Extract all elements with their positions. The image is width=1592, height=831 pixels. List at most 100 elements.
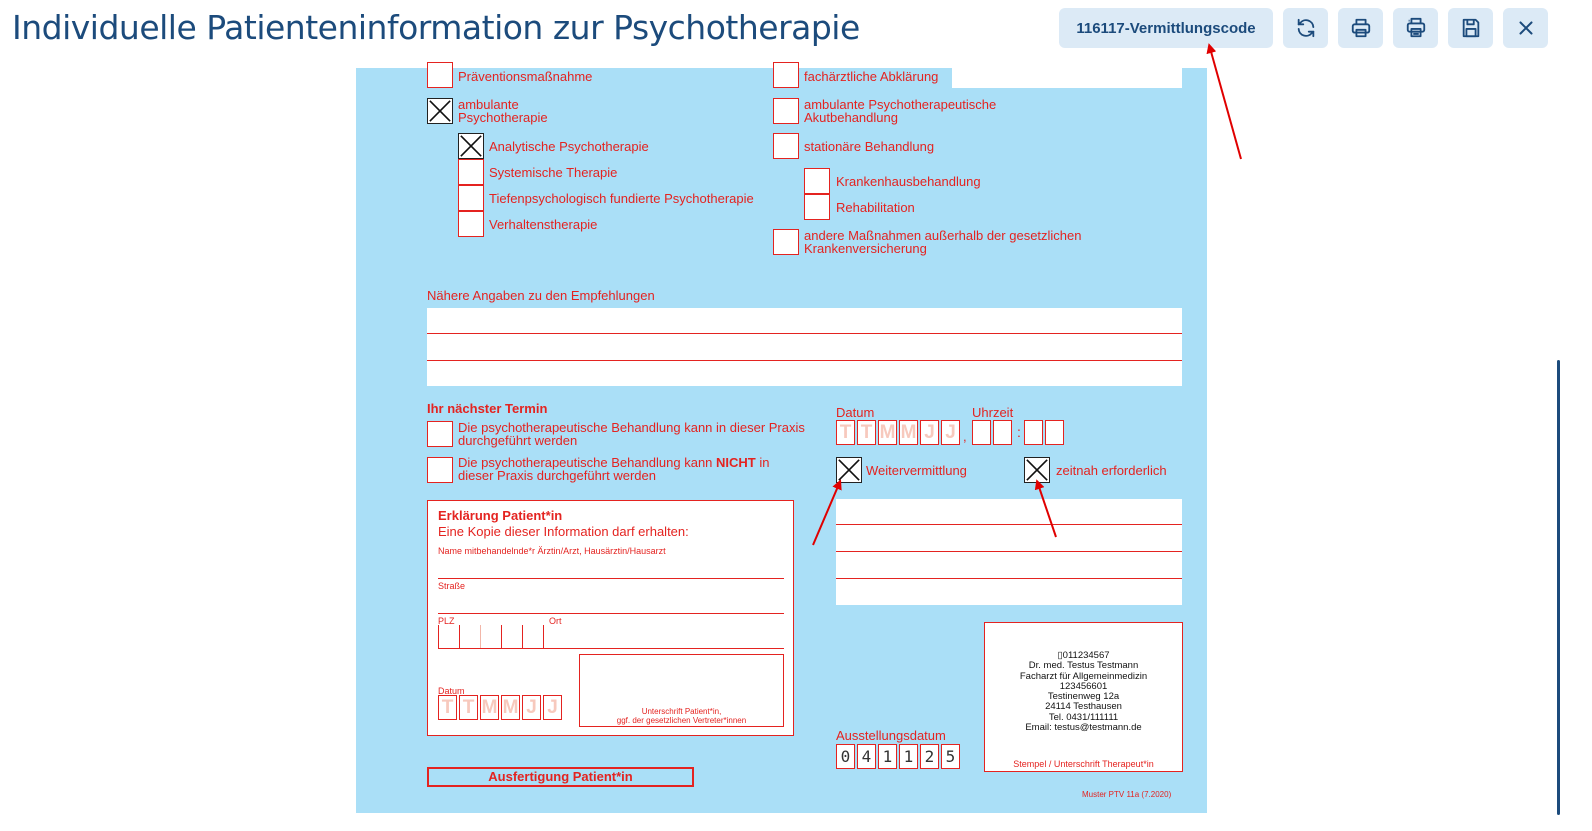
fachaerztlich-field[interactable]: [952, 66, 1182, 88]
cross-mark-icon: [460, 135, 482, 157]
print-button[interactable]: [1338, 8, 1383, 48]
checkbox-verhaltenstherapie[interactable]: [458, 211, 484, 237]
ausstellungsdatum-digit[interactable]: 1: [899, 744, 918, 769]
erklaerung-date-digit[interactable]: J: [522, 695, 541, 720]
page-title: Individuelle Patienteninformation zur Ps…: [12, 8, 860, 47]
plz-tick: [501, 625, 502, 648]
label-naehere-angaben: Nähere Angaben zu den Empfehlungen: [427, 288, 655, 303]
strasse-line[interactable]: [438, 613, 784, 614]
label-krankenhaus: Krankenhausbehandlung: [836, 174, 981, 189]
checkbox-ambulante-psychotherapie[interactable]: [427, 98, 453, 124]
signature-line2: ggf. der gesetzlichen Vertreter*innen: [616, 716, 747, 725]
cross-mark-icon: [838, 459, 860, 481]
form-page: Präventionsmaßnahme ambulante Psychother…: [356, 62, 1207, 813]
label-termin-opt1-line2: durchgeführt werden: [458, 433, 578, 448]
termin-date-digit[interactable]: J: [941, 420, 960, 445]
field-rule: [836, 551, 1182, 552]
label-termin-opt2-bold: NICHT: [716, 455, 756, 470]
termin-date-digit[interactable]: T: [836, 420, 855, 445]
label-tiefenpsychologisch: Tiefenpsychologisch fundierte Psychother…: [489, 191, 754, 206]
checkbox-stationaer[interactable]: [773, 133, 799, 159]
field-rule: [836, 524, 1182, 525]
plz-ort-line[interactable]: [438, 648, 784, 649]
stamp-line: Email: testus@testmann.de: [1025, 722, 1142, 734]
erklaerung-date-digit[interactable]: M: [480, 695, 499, 720]
checkbox-krankenhaus[interactable]: [804, 168, 830, 194]
stamp-text: ▯011234567 Dr. med. Testus Testmann Fachar…: [985, 650, 1182, 734]
termin-hour-digit[interactable]: [972, 420, 991, 445]
ausstellungsdatum-digit[interactable]: 0: [836, 744, 855, 769]
plz-tick: [480, 625, 481, 648]
ausfertigung-patient-label: Ausfertigung Patient*in: [427, 767, 694, 787]
label-ausstellungsdatum: Ausstellungsdatum: [836, 728, 946, 743]
naehere-angaben-field[interactable]: [427, 308, 1182, 386]
save-icon: [1462, 18, 1479, 38]
weitervermittlung-field[interactable]: [836, 499, 1182, 605]
signature-field[interactable]: Unterschrift Patient*in, ggf. der gesetz…: [579, 654, 784, 727]
label-stationaer: stationäre Behandlung: [804, 139, 935, 154]
muster-label: Muster PTV 11a (7.2020): [1082, 790, 1172, 799]
field-rule: [427, 333, 1182, 334]
termin-date-digit[interactable]: M: [899, 420, 918, 445]
erklaerung-date-digit[interactable]: T: [459, 695, 478, 720]
checkbox-rehabilitation[interactable]: [804, 194, 830, 220]
checkbox-weitervermittlung[interactable]: [836, 457, 862, 483]
label-praevention: Präventionsmaßnahme: [458, 69, 593, 84]
label-andere-2: Krankenversicherung: [804, 241, 927, 256]
checkbox-tiefenpsychologisch[interactable]: [458, 185, 484, 211]
checkbox-behandlung-in-praxis[interactable]: [427, 421, 453, 447]
name-line[interactable]: [438, 578, 784, 579]
erklaerung-title: Erklärung Patient*in: [438, 508, 563, 523]
erklaerung-date-digit[interactable]: J: [543, 695, 562, 720]
checkbox-systemische[interactable]: [458, 159, 484, 185]
checkbox-behandlung-nicht-in-praxis[interactable]: [427, 457, 453, 483]
date-time-separator: ,: [963, 429, 967, 444]
termin-date-digit[interactable]: M: [878, 420, 897, 445]
label-termin-opt2-line2: dieser Praxis durchgeführt werden: [458, 468, 656, 483]
checkbox-akutbehandlung[interactable]: [773, 98, 799, 124]
stamp-footer: Stempel / Unterschrift Therapeut*in: [1013, 759, 1154, 769]
label-weitervermittlung: Weitervermittlung: [866, 463, 967, 478]
field-rule: [427, 360, 1182, 361]
time-colon: :: [1017, 424, 1021, 440]
close-button[interactable]: [1503, 8, 1548, 48]
label-ort: Ort: [549, 616, 562, 626]
erklaerung-date-digit[interactable]: T: [438, 695, 457, 720]
cross-mark-icon: [1026, 459, 1048, 481]
termin-date-digit[interactable]: J: [920, 420, 939, 445]
termin-minute-digit[interactable]: [1045, 420, 1064, 445]
label-systemische: Systemische Therapie: [489, 165, 618, 180]
termin-minute-digit[interactable]: [1024, 420, 1043, 445]
label-plz: PLZ: [438, 616, 455, 626]
arrow-to-vermittlungscode: [1206, 43, 1242, 160]
termin-heading: Ihr nächster Termin: [427, 401, 548, 416]
print-multiple-button[interactable]: [1393, 8, 1438, 48]
print-icon: [1351, 18, 1370, 38]
checkbox-fachaerztlich[interactable]: [773, 62, 799, 88]
ausstellungsdatum-digit[interactable]: 2: [920, 744, 939, 769]
erklaerung-box: Erklärung Patient*in Eine Kopie dieser I…: [427, 500, 794, 736]
checkbox-analytische[interactable]: [458, 133, 484, 159]
termin-hour-digit[interactable]: [993, 420, 1012, 445]
ausstellungsdatum-digit[interactable]: 4: [857, 744, 876, 769]
stamp-box[interactable]: ▯011234567 Dr. med. Testus Testmann Fachar…: [984, 622, 1183, 772]
ausstellungsdatum-digit[interactable]: 1: [878, 744, 897, 769]
checkbox-zeitnah[interactable]: [1024, 457, 1050, 483]
erklaerung-date-digit[interactable]: M: [501, 695, 520, 720]
save-button[interactable]: [1448, 8, 1493, 48]
refresh-button[interactable]: [1283, 8, 1328, 48]
checkbox-andere-massnahmen[interactable]: [773, 229, 799, 255]
label-zeitnah: zeitnah erforderlich: [1056, 463, 1167, 478]
label-termin-uhrzeit: Uhrzeit: [972, 405, 1014, 420]
label-verhaltenstherapie: Verhaltenstherapie: [489, 217, 598, 232]
ausstellungsdatum-digit[interactable]: 5: [941, 744, 960, 769]
label-analytische: Analytische Psychotherapie: [489, 139, 649, 154]
vermittlungscode-button[interactable]: 116117-Vermittlungscode: [1059, 8, 1273, 48]
label-rehabilitation: Rehabilitation: [836, 200, 915, 215]
field-rule: [836, 578, 1182, 579]
termin-date-digit[interactable]: T: [857, 420, 876, 445]
signature-line1: Unterschrift Patient*in,: [641, 707, 722, 716]
vertical-scrollbar[interactable]: [1557, 360, 1560, 815]
checkbox-praevention[interactable]: [427, 62, 453, 88]
label-termin-opt2-post: in: [755, 455, 770, 470]
